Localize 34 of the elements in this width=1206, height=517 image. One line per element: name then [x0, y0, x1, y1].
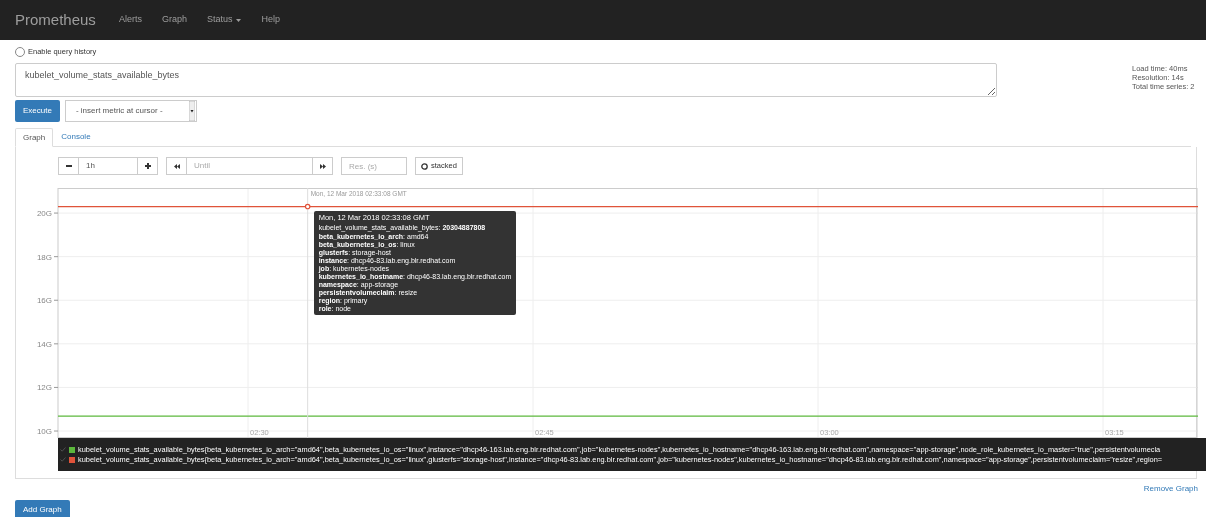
resolution-input[interactable]: Res. (s)	[341, 157, 407, 175]
nav-link[interactable]: Status	[206, 13, 242, 27]
y-axis-label: 14G	[36, 339, 52, 349]
minus-icon	[65, 165, 72, 167]
double-left-arrow-icon	[173, 163, 180, 169]
hover-point	[304, 203, 311, 210]
nav-link[interactable]: Help	[261, 13, 280, 27]
y-axis-label: 18G	[36, 252, 52, 262]
plus-icon	[144, 163, 151, 169]
double-right-arrow-icon	[319, 163, 326, 169]
add-graph-button[interactable]: Add Graph	[15, 500, 70, 517]
back-button[interactable]	[166, 157, 187, 175]
increase-range-button[interactable]	[137, 157, 158, 175]
nav-link[interactable]: Graph	[161, 13, 187, 27]
until-input[interactable]: Until	[187, 157, 312, 175]
tab[interactable]: Console	[53, 128, 99, 146]
y-axis-label: 12G	[36, 383, 52, 393]
tab[interactable]: Graph	[15, 128, 54, 147]
y-axis-label: 10G	[36, 427, 52, 437]
dropdown-arrow-icon	[188, 101, 195, 121]
checkbox-icon	[421, 162, 428, 170]
range-input[interactable]: 1h	[79, 157, 137, 175]
y-axis-label: 16G	[36, 296, 52, 306]
y-axis-label: 20G	[36, 209, 52, 219]
nav-link[interactable]: Alerts	[118, 13, 142, 27]
execute-button[interactable]: Execute	[15, 100, 60, 122]
metric-select[interactable]: - insert metric at cursor -	[64, 100, 197, 122]
remove-graph-link[interactable]: Remove Graph	[1143, 483, 1198, 495]
decrease-range-button[interactable]	[58, 157, 79, 175]
checkbox[interactable]	[15, 47, 25, 57]
brand-link[interactable]: Prometheus	[15, 8, 96, 32]
forward-button[interactable]	[312, 157, 333, 175]
query-input[interactable]: kubelet_volume_stats_available_bytes	[15, 63, 997, 97]
select-text: - insert metric at cursor -	[75, 105, 164, 117]
